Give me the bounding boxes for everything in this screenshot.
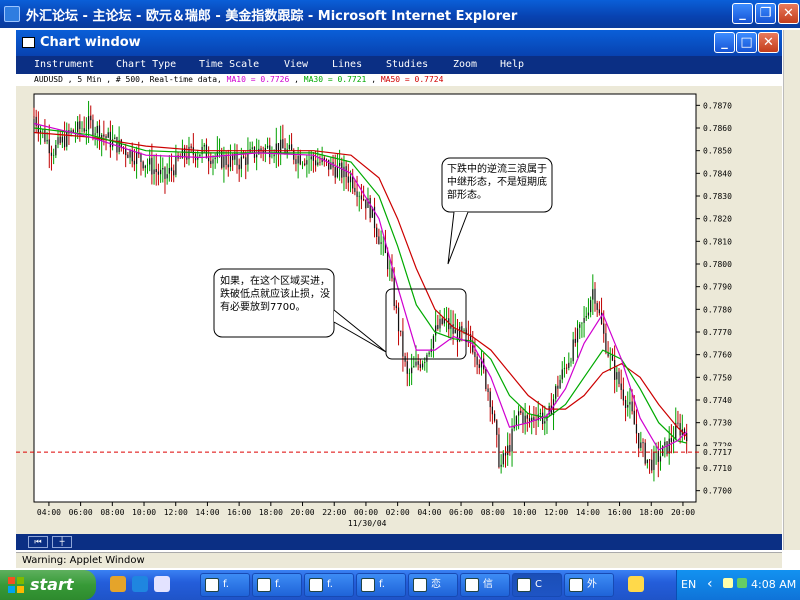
chart-info-line: AUDUSD , 5 Min , # 500, Real-time data, … [16, 74, 782, 86]
chart-window-title-bar: Chart window _ □ ✕ [16, 30, 782, 56]
applet-warning: Warning: Applet Window [16, 552, 782, 568]
x-tick-label: 08:00 [481, 508, 505, 517]
x-tick-label: 14:00 [576, 508, 600, 517]
x-tick-label: 16:00 [608, 508, 632, 517]
menu-studies[interactable]: Studies [386, 59, 428, 70]
ie-quicklaunch-icon[interactable] [132, 576, 148, 592]
system-tray: EN ‹ 4:08 AM [676, 570, 800, 600]
language-indicator[interactable]: EN [681, 578, 696, 591]
task-button-3[interactable]: f. [304, 573, 354, 597]
menu-help[interactable]: Help [500, 59, 524, 70]
x-tick-label: 06:00 [69, 508, 93, 517]
quicklaunch-icon-3[interactable] [154, 576, 170, 592]
chart-window-title: Chart window [40, 35, 141, 50]
plot-area [33, 93, 697, 503]
x-tick-label: 12:00 [164, 508, 188, 517]
menu-lines[interactable]: Lines [332, 59, 362, 70]
x-tick-label: 16:00 [227, 508, 251, 517]
task-button-1[interactable]: f. [200, 573, 250, 597]
ma30-value: MA30 = 0.7721 [303, 75, 367, 84]
x-tick-label: 18:00 [259, 508, 283, 517]
instrument-info: AUDUSD , 5 Min , # 500, Real-time data [34, 75, 218, 84]
y-tick-label: 0.7820 [703, 215, 732, 224]
crosshair-icon[interactable]: ┼ [52, 536, 72, 548]
start-button[interactable]: start [0, 570, 96, 600]
y-tick-label: 0.7830 [703, 192, 732, 201]
date-label: 11/30/04 [348, 519, 387, 528]
taskbar: start f. f. f. f. 恋 信 C 外 EN ‹ 4:08 AM [0, 570, 800, 600]
y-tick-label: 0.7870 [703, 101, 732, 110]
x-tick-label: 00:00 [354, 508, 378, 517]
x-tick-label: 20:00 [671, 508, 695, 517]
tray-expand-icon[interactable]: ‹ [707, 576, 713, 592]
x-tick-label: 18:00 [639, 508, 663, 517]
task-button-5[interactable]: 恋 [408, 573, 458, 597]
y-tick-label: 0.7780 [703, 305, 732, 314]
task-button-2[interactable]: f. [252, 573, 302, 597]
menu-zoom[interactable]: Zoom [453, 59, 477, 70]
window-icon [22, 37, 35, 48]
tray-icon-1[interactable] [723, 578, 733, 588]
chart-minimize-button[interactable]: _ [714, 32, 735, 53]
y-tick-label: 0.7700 [703, 487, 732, 496]
price-chart[interactable]: 0.7870 0.7860 0.7850 0.7840 0.7830 0.7820 0.78… [16, 86, 782, 534]
x-tick-label: 02:00 [386, 508, 410, 517]
close-button[interactable]: ✕ [778, 3, 799, 24]
clock: 4:08 AM [751, 578, 797, 591]
chart-maximize-button[interactable]: □ [736, 32, 757, 53]
y-tick-label: 0.7810 [703, 237, 732, 246]
taskbar-group-icon[interactable] [628, 576, 644, 592]
x-tick-label: 06:00 [449, 508, 473, 517]
y-tick-label: 0.7740 [703, 396, 732, 405]
vertical-scrollbar[interactable] [783, 30, 800, 550]
chart-area[interactable]: 0.7870 0.7860 0.7850 0.7840 0.7830 0.7820 0.78… [16, 86, 782, 534]
start-label: start [30, 575, 74, 594]
price-level-label: 0.7717 [703, 448, 732, 457]
x-tick-label: 10:00 [512, 508, 536, 517]
x-tick-label: 04:00 [417, 508, 441, 517]
x-tick-label: 08:00 [100, 508, 124, 517]
y-tick-label: 0.7730 [703, 419, 732, 428]
task-button-7[interactable]: C [512, 573, 562, 597]
x-tick-label: 20:00 [291, 508, 315, 517]
menu-view[interactable]: View [284, 59, 308, 70]
x-tick-label: 12:00 [544, 508, 568, 517]
task-button-6[interactable]: 信 [460, 573, 510, 597]
y-tick-label: 0.7800 [703, 260, 732, 269]
chart-status-bar: ⏮ ┼ [16, 534, 782, 550]
windows-logo-icon [8, 577, 24, 593]
y-tick-label: 0.7850 [703, 147, 732, 156]
minimize-button[interactable]: _ [732, 3, 753, 24]
tray-icon-2[interactable] [737, 578, 747, 588]
y-tick-label: 0.7760 [703, 351, 732, 360]
y-tick-label: 0.7790 [703, 283, 732, 292]
browser-title-bar: 外汇论坛 - 主论坛 - 欧元＆瑞郎 - 美金指数跟踪 - Microsoft … [0, 0, 800, 28]
quicklaunch-icon-1[interactable] [110, 576, 126, 592]
x-tick-label: 14:00 [195, 508, 219, 517]
chart-close-button[interactable]: ✕ [758, 32, 779, 53]
ma10-value: MA10 = 0.7726 [226, 75, 290, 84]
menu-chart-type[interactable]: Chart Type [116, 59, 176, 70]
y-tick-label: 0.7840 [703, 169, 732, 178]
y-tick-label: 0.7860 [703, 124, 732, 133]
chart-menu-bar: Instrument Chart Type Time Scale View Li… [16, 56, 782, 74]
restore-button[interactable]: ❐ [755, 3, 776, 24]
browser-title: 外汇论坛 - 主论坛 - 欧元＆瑞郎 - 美金指数跟踪 - Microsoft … [26, 9, 518, 24]
x-tick-label: 10:00 [132, 508, 156, 517]
ma50-value: MA50 = 0.7724 [380, 75, 444, 84]
x-tick-label: 04:00 [37, 508, 61, 517]
task-button-8[interactable]: 外 [564, 573, 614, 597]
task-button-4[interactable]: f. [356, 573, 406, 597]
menu-instrument[interactable]: Instrument [34, 59, 94, 70]
y-tick-label: 0.7770 [703, 328, 732, 337]
x-tick-label: 22:00 [322, 508, 346, 517]
ie-window-icon [4, 6, 20, 22]
menu-time-scale[interactable]: Time Scale [199, 59, 259, 70]
scroll-left-icon[interactable]: ⏮ [28, 536, 48, 548]
chart-window: Chart window _ □ ✕ Instrument Chart Type… [16, 30, 782, 550]
y-tick-label: 0.7710 [703, 464, 732, 473]
y-tick-label: 0.7750 [703, 373, 732, 382]
